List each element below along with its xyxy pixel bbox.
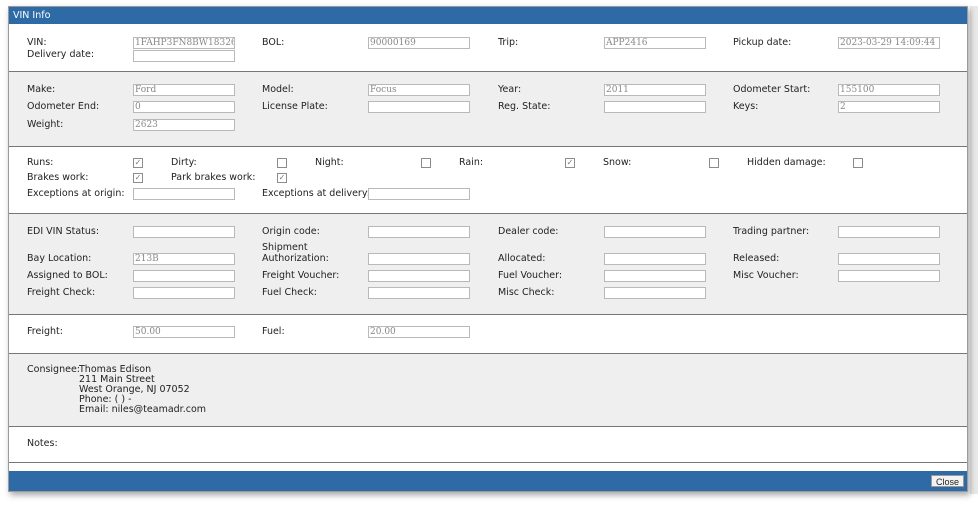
rain-checkbox[interactable]: ✓: [565, 158, 575, 168]
pickup-date-label: Pickup date:: [733, 37, 792, 48]
freight-voucher-field[interactable]: [368, 270, 470, 282]
vin-label: VIN:: [27, 37, 47, 48]
assigned-bol-label: Assigned to BOL:: [27, 270, 108, 281]
reg-state-field[interactable]: [604, 101, 706, 113]
bol-label: BOL:: [262, 37, 285, 48]
model-label: Model:: [262, 84, 294, 95]
dialog-titlebar[interactable]: VIN Info: [9, 7, 967, 24]
misc-voucher-field[interactable]: [838, 270, 940, 282]
park-brakes-work-label: Park brakes work:: [171, 172, 256, 183]
dirty-label: Dirty:: [171, 157, 197, 168]
edi-section: EDI VIN Status: Origin code: Dealer code…: [9, 214, 967, 315]
brakes-work-label: Brakes work:: [27, 172, 89, 183]
model-field[interactable]: Focus: [368, 84, 470, 96]
consignee-section: Consignee: Thomas Edison 211 Main Street…: [9, 354, 967, 427]
exceptions-origin-label: Exceptions at origin:: [27, 188, 125, 199]
brakes-work-checkbox[interactable]: ✓: [133, 173, 143, 183]
exceptions-delivery-field[interactable]: [368, 188, 470, 200]
odometer-start-label: Odometer Start:: [733, 84, 811, 95]
dealer-code-field[interactable]: [604, 226, 706, 238]
delivery-date-field[interactable]: [133, 50, 235, 62]
close-button[interactable]: Close: [930, 475, 964, 487]
delivery-date-label: Delivery date:: [27, 49, 95, 60]
bay-location-field[interactable]: 213B: [133, 253, 235, 265]
freight-field[interactable]: 50.00: [133, 326, 235, 338]
night-checkbox[interactable]: [421, 158, 431, 168]
fuel-voucher-label: Fuel Voucher:: [498, 270, 563, 281]
make-field[interactable]: Ford: [133, 84, 235, 96]
weight-label: Weight:: [27, 119, 64, 130]
released-field[interactable]: [838, 253, 940, 265]
snow-checkbox[interactable]: [709, 158, 719, 168]
fuel-label: Fuel:: [262, 326, 285, 337]
freight-label: Freight:: [27, 326, 63, 337]
shipment-auth-label-line2: Authorization:: [262, 253, 329, 264]
runs-label: Runs:: [27, 157, 54, 168]
runs-checkbox[interactable]: ✓: [133, 158, 143, 168]
vin-field[interactable]: 1FAHP3FN8BW183267: [133, 37, 235, 49]
year-field[interactable]: 2011: [604, 84, 706, 96]
exceptions-origin-field[interactable]: [133, 188, 235, 200]
notes-section: Notes:: [9, 427, 967, 463]
allocated-field[interactable]: [604, 253, 706, 265]
reg-state-label: Reg. State:: [498, 101, 551, 112]
charges-section: Freight: 50.00 Fuel: 20.00: [9, 315, 967, 354]
dialog-footer: Close: [9, 471, 967, 491]
origin-code-field[interactable]: [368, 226, 470, 238]
year-label: Year:: [498, 84, 522, 95]
hidden-damage-checkbox[interactable]: [853, 158, 863, 168]
fuel-field[interactable]: 20.00: [368, 326, 470, 338]
misc-check-field[interactable]: [604, 287, 706, 299]
fuel-check-label: Fuel Check:: [262, 287, 317, 298]
keys-field[interactable]: 2: [838, 101, 940, 113]
odometer-start-field[interactable]: 155100: [838, 84, 940, 96]
exceptions-delivery-label: Exceptions at delivery:: [262, 188, 370, 199]
dealer-code-label: Dealer code:: [498, 226, 559, 237]
dialog-title: VIN Info: [13, 10, 51, 21]
background-page-edge: [970, 6, 978, 494]
snow-label: Snow:: [603, 157, 632, 168]
bay-location-label: Bay Location:: [27, 253, 92, 264]
weight-field[interactable]: 2623: [133, 119, 235, 131]
dirty-checkbox[interactable]: [277, 158, 287, 168]
origin-code-label: Origin code:: [262, 226, 320, 237]
allocated-label: Allocated:: [498, 253, 546, 264]
vehicle-section: Make: Ford Model: Focus Year: 2011 Odome…: [9, 72, 967, 147]
night-label: Night:: [315, 157, 344, 168]
fuel-check-field[interactable]: [368, 287, 470, 299]
consignee-label: Consignee:: [27, 364, 80, 375]
trip-field[interactable]: APP2416: [604, 37, 706, 49]
rain-label: Rain:: [459, 157, 484, 168]
assigned-bol-field[interactable]: [133, 270, 235, 282]
released-label: Released:: [733, 253, 780, 264]
freight-voucher-label: Freight Voucher:: [262, 270, 340, 281]
trading-partner-field[interactable]: [838, 226, 940, 238]
pickup-date-field[interactable]: 2023-03-29 14:09:44: [838, 37, 940, 49]
fuel-voucher-field[interactable]: [604, 270, 706, 282]
misc-voucher-label: Misc Voucher:: [733, 270, 799, 281]
odometer-end-label: Odometer End:: [27, 101, 100, 112]
vin-info-dialog: VIN Info VIN: 1FAHP3FN8BW183267 BOL: 900…: [8, 6, 968, 492]
consignee-email: Email: niles@teamadr.com: [79, 404, 207, 415]
shipment-auth-label-line1: Shipment: [262, 242, 308, 253]
edi-vin-status-field[interactable]: [133, 226, 235, 238]
notes-label: Notes:: [27, 438, 58, 449]
odometer-end-field[interactable]: 0: [133, 101, 235, 113]
keys-label: Keys:: [733, 101, 759, 112]
license-plate-field[interactable]: [368, 101, 470, 113]
trading-partner-label: Trading partner:: [733, 226, 810, 237]
trip-label: Trip:: [498, 37, 519, 48]
freight-check-label: Freight Check:: [27, 287, 96, 298]
license-plate-label: License Plate:: [262, 101, 328, 112]
shipment-authorization-field[interactable]: [368, 253, 470, 265]
hidden-damage-label: Hidden damage:: [747, 157, 826, 168]
edi-vin-status-label: EDI VIN Status:: [27, 226, 100, 237]
make-label: Make:: [27, 84, 56, 95]
freight-check-field[interactable]: [133, 287, 235, 299]
shipment-section: VIN: 1FAHP3FN8BW183267 BOL: 90000169 Tri…: [9, 24, 967, 72]
park-brakes-work-checkbox[interactable]: ✓: [277, 173, 287, 183]
misc-check-label: Misc Check:: [498, 287, 555, 298]
condition-section: Runs: ✓ Dirty: Night: Rain: ✓ Snow: Hidd…: [9, 147, 967, 214]
bol-field[interactable]: 90000169: [368, 37, 470, 49]
